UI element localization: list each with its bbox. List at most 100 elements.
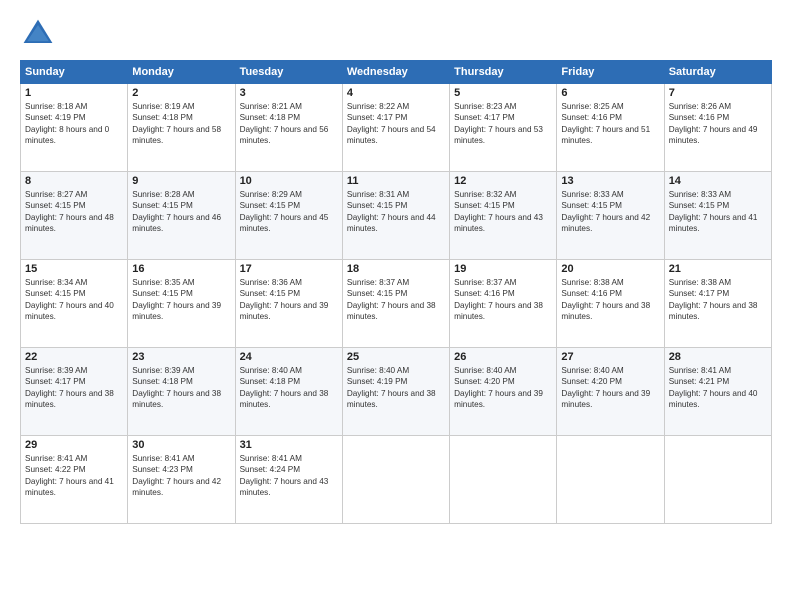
day-info: Sunrise: 8:27 AMSunset: 4:15 PMDaylight:…	[25, 189, 123, 235]
col-sunday: Sunday	[21, 61, 128, 84]
calendar-cell: 9Sunrise: 8:28 AMSunset: 4:15 PMDaylight…	[128, 172, 235, 260]
calendar-cell: 11 Sunrise: 8:31 AMSunset: 4:15 PMDayligh…	[342, 172, 449, 260]
day-number: 9	[132, 175, 230, 187]
day-info: Sunrise: 8:40 AMSunset: 4:20 PMDaylight:…	[454, 365, 552, 411]
day-number: 16	[132, 263, 230, 275]
day-info: Sunrise: 8:33 AMSunset: 4:15 PMDaylight:…	[561, 189, 659, 235]
day-info: Sunrise: 8:38 AMSunset: 4:16 PMDaylight:…	[561, 277, 659, 323]
calendar-cell: 28 Sunrise: 8:41 AMSunset: 4:21 PMDayligh…	[664, 348, 771, 436]
calendar-week-5: 29Sunrise: 8:41 AMSunset: 4:22 PMDayligh…	[21, 436, 772, 524]
day-info: Sunrise: 8:31 AMSunset: 4:15 PMDaylight:…	[347, 189, 445, 235]
day-number: 26	[454, 351, 552, 363]
calendar-cell	[342, 436, 449, 524]
calendar-week-2: 8 Sunrise: 8:27 AMSunset: 4:15 PMDaylight…	[21, 172, 772, 260]
day-info: Sunrise: 8:18 AMSunset: 4:19 PMDaylight:…	[25, 101, 123, 147]
day-number: 22	[25, 351, 123, 363]
day-info: Sunrise: 8:25 AMSunset: 4:16 PMDaylight:…	[561, 101, 659, 147]
day-info: Sunrise: 8:21 AMSunset: 4:18 PMDaylight:…	[240, 101, 338, 147]
day-info: Sunrise: 8:40 AMSunset: 4:19 PMDaylight:…	[347, 365, 445, 411]
day-number: 28	[669, 351, 767, 363]
calendar-cell: 23 Sunrise: 8:39 AMSunset: 4:18 PMDayligh…	[128, 348, 235, 436]
calendar-cell: 5 Sunrise: 8:23 AMSunset: 4:17 PMDaylight…	[450, 84, 557, 172]
calendar-cell: 29Sunrise: 8:41 AMSunset: 4:22 PMDayligh…	[21, 436, 128, 524]
day-info: Sunrise: 8:37 AMSunset: 4:15 PMDaylight:…	[347, 277, 445, 323]
calendar-cell: 27 Sunrise: 8:40 AMSunset: 4:20 PMDayligh…	[557, 348, 664, 436]
calendar-cell: 3 Sunrise: 8:21 AMSunset: 4:18 PMDaylight…	[235, 84, 342, 172]
day-number: 25	[347, 351, 445, 363]
header	[20, 16, 772, 52]
day-number: 15	[25, 263, 123, 275]
col-saturday: Saturday	[664, 61, 771, 84]
logo-icon	[20, 16, 56, 52]
calendar-cell: 18 Sunrise: 8:37 AMSunset: 4:15 PMDayligh…	[342, 260, 449, 348]
calendar-week-1: 1 Sunrise: 8:18 AMSunset: 4:19 PMDaylight…	[21, 84, 772, 172]
calendar-cell: 20 Sunrise: 8:38 AMSunset: 4:16 PMDayligh…	[557, 260, 664, 348]
col-tuesday: Tuesday	[235, 61, 342, 84]
day-info: Sunrise: 8:38 AMSunset: 4:17 PMDaylight:…	[669, 277, 767, 323]
day-info: Sunrise: 8:29 AMSunset: 4:15 PMDaylight:…	[240, 189, 338, 235]
day-number: 21	[669, 263, 767, 275]
day-info: Sunrise: 8:41 AMSunset: 4:24 PMDaylight:…	[240, 453, 338, 499]
day-number: 29	[25, 439, 123, 451]
calendar-cell: 26 Sunrise: 8:40 AMSunset: 4:20 PMDayligh…	[450, 348, 557, 436]
calendar-cell: 15Sunrise: 8:34 AMSunset: 4:15 PMDayligh…	[21, 260, 128, 348]
calendar-week-3: 15Sunrise: 8:34 AMSunset: 4:15 PMDayligh…	[21, 260, 772, 348]
calendar-cell: 24 Sunrise: 8:40 AMSunset: 4:18 PMDayligh…	[235, 348, 342, 436]
day-info: Sunrise: 8:41 AMSunset: 4:21 PMDaylight:…	[669, 365, 767, 411]
calendar-cell: 1 Sunrise: 8:18 AMSunset: 4:19 PMDaylight…	[21, 84, 128, 172]
calendar-cell: 13 Sunrise: 8:33 AMSunset: 4:15 PMDayligh…	[557, 172, 664, 260]
day-number: 31	[240, 439, 338, 451]
day-number: 2	[132, 87, 230, 99]
calendar-cell: 4 Sunrise: 8:22 AMSunset: 4:17 PMDaylight…	[342, 84, 449, 172]
day-number: 23	[132, 351, 230, 363]
day-info: Sunrise: 8:40 AMSunset: 4:18 PMDaylight:…	[240, 365, 338, 411]
day-number: 6	[561, 87, 659, 99]
day-info: Sunrise: 8:41 AMSunset: 4:23 PMDaylight:…	[132, 453, 230, 499]
day-number: 30	[132, 439, 230, 451]
calendar-cell: 10 Sunrise: 8:29 AMSunset: 4:15 PMDayligh…	[235, 172, 342, 260]
day-number: 17	[240, 263, 338, 275]
day-number: 12	[454, 175, 552, 187]
calendar: Sunday Monday Tuesday Wednesday Thursday…	[20, 60, 772, 524]
day-number: 1	[25, 87, 123, 99]
calendar-cell	[557, 436, 664, 524]
day-number: 4	[347, 87, 445, 99]
day-number: 14	[669, 175, 767, 187]
page: Sunday Monday Tuesday Wednesday Thursday…	[0, 0, 792, 612]
day-info: Sunrise: 8:36 AMSunset: 4:15 PMDaylight:…	[240, 277, 338, 323]
day-info: Sunrise: 8:32 AMSunset: 4:15 PMDaylight:…	[454, 189, 552, 235]
day-number: 18	[347, 263, 445, 275]
day-number: 13	[561, 175, 659, 187]
day-info: Sunrise: 8:33 AMSunset: 4:15 PMDaylight:…	[669, 189, 767, 235]
day-number: 24	[240, 351, 338, 363]
calendar-cell: 8 Sunrise: 8:27 AMSunset: 4:15 PMDaylight…	[21, 172, 128, 260]
day-number: 27	[561, 351, 659, 363]
day-number: 11	[347, 175, 445, 187]
calendar-cell: 25 Sunrise: 8:40 AMSunset: 4:19 PMDayligh…	[342, 348, 449, 436]
calendar-cell: 22 Sunrise: 8:39 AMSunset: 4:17 PMDayligh…	[21, 348, 128, 436]
day-number: 20	[561, 263, 659, 275]
calendar-cell: 16 Sunrise: 8:35 AMSunset: 4:15 PMDayligh…	[128, 260, 235, 348]
day-number: 8	[25, 175, 123, 187]
day-info: Sunrise: 8:40 AMSunset: 4:20 PMDaylight:…	[561, 365, 659, 411]
day-info: Sunrise: 8:39 AMSunset: 4:17 PMDaylight:…	[25, 365, 123, 411]
day-info: Sunrise: 8:26 AMSunset: 4:16 PMDaylight:…	[669, 101, 767, 147]
calendar-cell: 31 Sunrise: 8:41 AMSunset: 4:24 PMDayligh…	[235, 436, 342, 524]
day-info: Sunrise: 8:35 AMSunset: 4:15 PMDaylight:…	[132, 277, 230, 323]
calendar-cell: 19Sunrise: 8:37 AMSunset: 4:16 PMDayligh…	[450, 260, 557, 348]
calendar-cell: 30 Sunrise: 8:41 AMSunset: 4:23 PMDayligh…	[128, 436, 235, 524]
calendar-week-4: 22 Sunrise: 8:39 AMSunset: 4:17 PMDayligh…	[21, 348, 772, 436]
day-info: Sunrise: 8:39 AMSunset: 4:18 PMDaylight:…	[132, 365, 230, 411]
day-number: 3	[240, 87, 338, 99]
day-number: 19	[454, 263, 552, 275]
calendar-cell: 14 Sunrise: 8:33 AMSunset: 4:15 PMDayligh…	[664, 172, 771, 260]
calendar-cell	[450, 436, 557, 524]
day-info: Sunrise: 8:22 AMSunset: 4:17 PMDaylight:…	[347, 101, 445, 147]
day-info: Sunrise: 8:23 AMSunset: 4:17 PMDaylight:…	[454, 101, 552, 147]
col-wednesday: Wednesday	[342, 61, 449, 84]
calendar-cell: 12 Sunrise: 8:32 AMSunset: 4:15 PMDayligh…	[450, 172, 557, 260]
day-number: 10	[240, 175, 338, 187]
col-friday: Friday	[557, 61, 664, 84]
day-number: 5	[454, 87, 552, 99]
day-info: Sunrise: 8:19 AMSunset: 4:18 PMDaylight:…	[132, 101, 230, 147]
